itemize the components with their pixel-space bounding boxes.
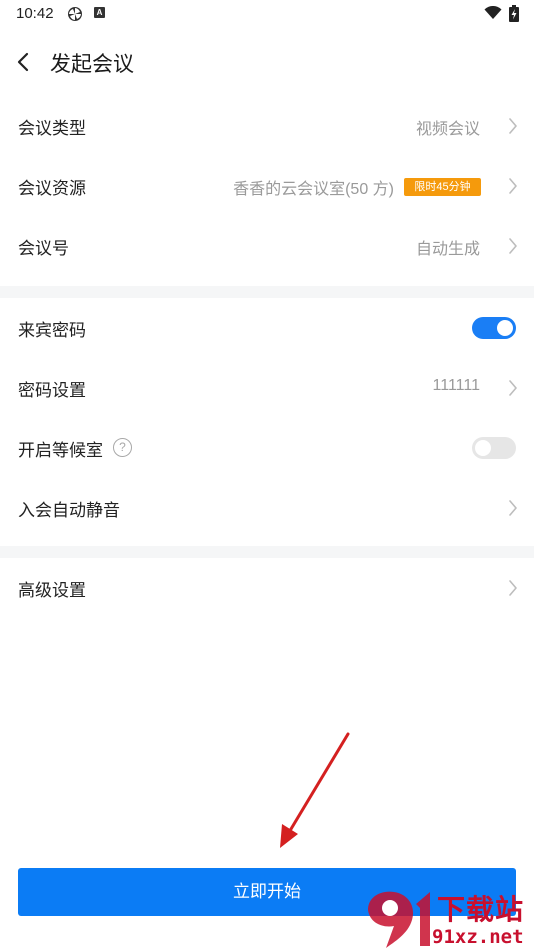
guest-password-toggle[interactable] [472,317,516,339]
battery-icon [509,5,519,22]
annotation-arrow-icon [280,732,350,848]
meeting-type-label: 会议类型 [18,119,86,138]
watermark-url: 91xz.net [432,926,524,948]
join-mute-label: 入会自动静音 [18,501,120,520]
advanced-settings-row[interactable]: 高级设置 [0,558,534,618]
chevron-right-icon [509,380,517,396]
watermark-brand: 下载站 [437,894,525,925]
meeting-type-row[interactable]: 会议类型 视频会议 [0,96,534,156]
section-divider [0,546,534,558]
page-title: 发起会议 [50,53,134,76]
status-bar: 10:42 A [0,0,534,28]
meeting-resource-value: 香香的云会议室(50 方) [233,181,394,198]
meeting-type-value: 视频会议 [415,121,480,138]
chevron-right-icon [509,500,517,516]
toggle-knob [497,320,513,336]
password-setting-value: 111111 [432,377,480,394]
guest-password-label: 来宾密码 [18,321,86,340]
chevron-right-icon [509,178,517,194]
waiting-room-toggle[interactable] [472,437,516,459]
toggle-knob [475,440,491,456]
page-header: 发起会议 [0,38,534,86]
meeting-number-label: 会议号 [18,239,69,258]
waiting-room-label: 开启等候室 [18,441,103,460]
chevron-right-icon [509,118,517,134]
wifi-icon [484,6,502,19]
status-time: 10:42 [16,5,54,22]
meeting-resource-label: 会议资源 [18,179,86,198]
time-limit-badge: 限时45分钟 [404,178,481,196]
meeting-number-value: 自动生成 [415,241,480,258]
chevron-right-icon [509,580,517,596]
chevron-right-icon [509,238,517,254]
meeting-number-row[interactable]: 会议号 自动生成 [0,216,534,276]
a-icon: A [94,7,105,18]
join-mute-row[interactable]: 入会自动静音 [0,478,534,538]
waiting-room-row: 开启等候室 ? [0,418,534,478]
section-divider [0,286,534,298]
chevron-left-icon[interactable] [14,50,34,74]
pinwheel-icon [68,7,82,21]
advanced-settings-label: 高级设置 [18,581,86,600]
guest-password-row: 来宾密码 [0,298,534,358]
password-setting-row[interactable]: 密码设置 111111 [0,358,534,418]
password-setting-label: 密码设置 [18,381,86,400]
help-icon[interactable]: ? [113,438,132,457]
